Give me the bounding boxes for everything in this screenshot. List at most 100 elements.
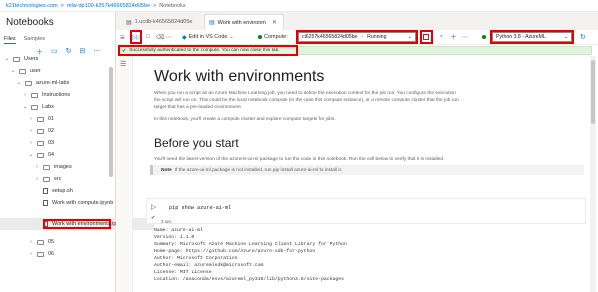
kernel-highlight — [490, 30, 574, 44]
chevron-right-icon[interactable]: › — [28, 140, 34, 146]
tree-item-label: Labs — [42, 104, 54, 110]
output-line[interactable]: Home-page: https://github.com/Azure/azur… — [154, 249, 315, 254]
outline-icon[interactable]: ☰ — [120, 60, 126, 68]
notebook-tab-icon: ▤ — [126, 19, 132, 26]
notebook-scrollbar[interactable] — [590, 56, 596, 292]
tab-label: Work with environm — [217, 19, 266, 26]
chevron-right-icon[interactable]: › — [28, 116, 34, 122]
folder-icon — [31, 104, 38, 110]
chevron-down-icon[interactable]: ⌄ — [16, 80, 22, 86]
stop-compute-highlight — [420, 30, 433, 44]
breadcrumb-workspace[interactable]: mlw-dp100-k257k46565824d05be — [67, 3, 150, 9]
chevron-down-icon[interactable]: ⌄ — [4, 56, 10, 62]
tab-notebook-1[interactable]: ▤ 1.ucdb-k46565824d05e — [122, 14, 202, 30]
chevron-down-icon[interactable]: ⌄ — [10, 68, 16, 74]
running-status-icon — [258, 35, 262, 39]
tab-samples[interactable]: Samples — [24, 36, 45, 44]
folder-icon — [37, 152, 44, 158]
tab-files[interactable]: Files — [4, 36, 16, 44]
folder-icon — [37, 128, 44, 134]
section-title: Before you start — [154, 136, 239, 150]
folder-icon — [31, 92, 38, 98]
kernel-status-icon — [482, 32, 486, 42]
tree-item-label: Instructions — [42, 92, 71, 98]
output-line: Version: 1.1.0 — [154, 235, 195, 240]
note-text: If the azure-ai-ml package is not instal… — [174, 167, 343, 173]
tab-work-with-environments[interactable]: ▤ Work with environm ✕ — [204, 14, 284, 30]
intro-paragraph-4: In this notebook, you'll create a comput… — [154, 117, 336, 122]
chevron-right-icon[interactable]: › — [22, 92, 28, 98]
compute-label: Compute: — [258, 32, 288, 42]
chevron-down-icon[interactable]: ⌄ — [22, 104, 28, 110]
intro-paragraph-1: When you run a script as an Azure Machin… — [154, 91, 456, 96]
folder-icon — [37, 239, 44, 245]
file-icon — [43, 188, 48, 194]
tree-item-label: 03 — [48, 140, 55, 146]
tree-item-label: 06 — [48, 251, 55, 257]
tree-item-label: 02 — [48, 128, 55, 134]
tree-item-azure-ml-labs[interactable]: ⌄ azure-ml-labs — [0, 77, 130, 89]
folder-icon — [25, 80, 32, 86]
breadcrumb-org[interactable]: k21technologies.com — [6, 3, 58, 9]
tree-item-user[interactable]: ⌄ user — [0, 65, 124, 77]
before-start-text: You'll need the latest version of the az… — [154, 157, 445, 162]
chevron-down-icon[interactable]: ⌄ — [28, 152, 34, 158]
add-compute-icon[interactable]: ＋ — [450, 32, 457, 42]
vscode-icon: ◆ — [182, 34, 187, 41]
code-cell[interactable]: ▷ ✔ pip show azure-ai-ml 3 sec — [146, 198, 586, 224]
cell-exec-time: 3 sec — [161, 219, 172, 224]
output-line: Author-email: azuremlsdk@microsoft.com — [154, 263, 264, 268]
tree-item-label: src — [54, 176, 62, 182]
folder-icon — [19, 68, 26, 74]
run-all-highlight — [130, 30, 142, 44]
folder-icon — [37, 140, 44, 146]
output-line: Location: /anaconda/envs/azureml_py310/l… — [154, 277, 344, 282]
folder-icon — [43, 176, 50, 182]
tree-item-users[interactable]: ⌄ Users — [0, 53, 118, 65]
intro-paragraph-2: the script will run on. This could be th… — [154, 98, 461, 103]
tree-item-label: setup.sh — [52, 188, 73, 194]
run-cell-icon[interactable]: ▷ — [151, 203, 156, 211]
compute-more-icon[interactable]: ⋯ — [462, 32, 468, 42]
cell-code[interactable]: pip show azure-ai-ml — [169, 205, 231, 211]
close-tab-icon[interactable]: ✕ — [272, 19, 277, 26]
chevron-right-icon[interactable]: › — [28, 251, 34, 257]
compute-label-text: Compute: — [264, 34, 288, 40]
menu-icon[interactable]: ≡ — [120, 32, 125, 42]
clear-output-icon[interactable]: ⌫ — [156, 32, 164, 42]
output-line: Author: Microsoft Corporation — [154, 256, 238, 261]
sidebar-tabs: Files Samples — [4, 36, 45, 44]
chevron-right-icon[interactable]: › — [28, 239, 34, 245]
tree-item-label: 01 — [48, 116, 55, 122]
kernel-refresh-icon[interactable]: ↻ — [580, 32, 586, 42]
notebook-content: Work with environments When you run a sc… — [146, 58, 586, 292]
notebook-title: Work with environments — [154, 68, 325, 85]
tree-item-label: Work with compute.ipynb — [52, 200, 114, 206]
folder-icon — [43, 164, 50, 170]
chevron-right-icon[interactable]: › — [34, 176, 40, 182]
breadcrumb-page: Notebooks — [159, 2, 186, 9]
folder-icon — [37, 116, 44, 122]
intro-paragraph-3: target that has a pre-loaded environment… — [154, 105, 242, 110]
breadcrumb-separator: > — [153, 2, 157, 9]
stop-icon[interactable]: □ — [146, 32, 150, 42]
scrollbar-thumb[interactable] — [591, 60, 595, 124]
tree-item-label: Users — [24, 56, 39, 62]
compute-details-icon[interactable]: ◔ — [439, 32, 443, 42]
notebook-tab-bar: ▤ 1.ucdb-k46565824d05e ▤ Work with envir… — [116, 12, 598, 31]
compute-highlight — [296, 30, 418, 44]
more-actions-icon[interactable]: ⋯ — [166, 32, 172, 42]
tree-item-label: 04 — [48, 152, 55, 158]
edit-in-vscode-button[interactable]: ◆ Edit in VS Code ⌄ — [182, 32, 234, 42]
folder-icon — [13, 56, 20, 62]
chevron-right-icon[interactable]: › — [28, 128, 34, 134]
notebook-tab-icon: ▤ — [209, 20, 215, 26]
output-line: License: MIT License — [154, 270, 212, 275]
selected-file-highlight — [43, 219, 111, 229]
tree-item-label: 05 — [48, 239, 55, 245]
note-label: Note — [161, 167, 172, 173]
breadcrumb: k21technologies.com > mlw-dp100-k257k465… — [0, 0, 598, 12]
chevron-right-icon[interactable]: › — [34, 164, 40, 170]
chevron-down-icon: ⌄ — [229, 34, 234, 40]
edit-in-vscode-label: Edit in VS Code — [188, 34, 228, 40]
